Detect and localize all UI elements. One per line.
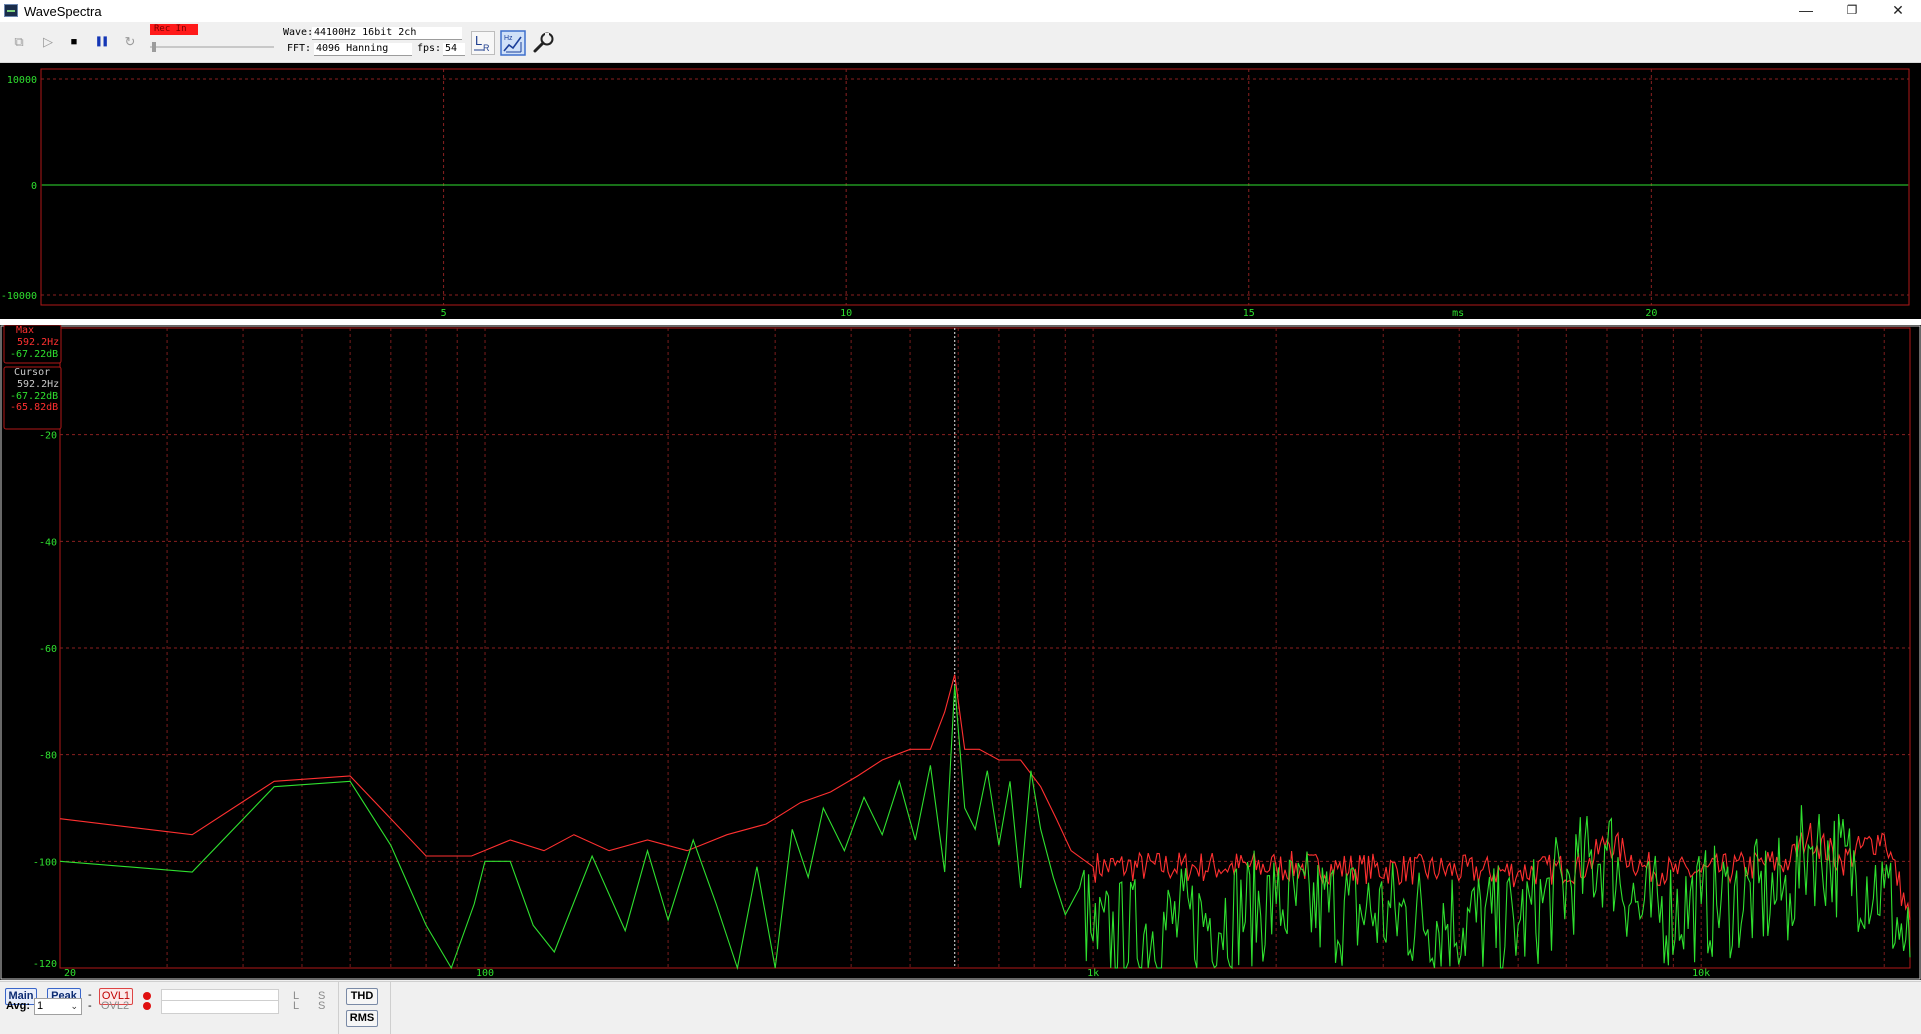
- spectrum-plot: 0dB-20-40-60-80-100-120 201001k10k Max 5…: [0, 325, 1921, 980]
- svg-text:R: R: [483, 43, 490, 53]
- thd-button[interactable]: THD: [346, 988, 378, 1005]
- waveform-plot: 10000 0 -10000 5 10 15 20 ms: [1, 68, 1910, 319]
- wave-x-tick: 15: [1243, 308, 1255, 319]
- spectrum-settings-icon[interactable]: Hz: [500, 30, 526, 56]
- rms-button[interactable]: RMS: [346, 1010, 378, 1027]
- play-button[interactable]: ▷: [37, 31, 59, 53]
- spectrum-series-red: [59, 674, 1911, 921]
- spec-y-tick: -80: [39, 751, 57, 762]
- chevron-down-icon: ⌄: [70, 1001, 78, 1011]
- waveform-frame: [40, 68, 1910, 306]
- svg-text:L: L: [475, 33, 482, 48]
- max-label: Max: [16, 325, 34, 336]
- cursor-level-left: -67.22dB: [10, 391, 58, 402]
- toolbar: ⧉ ▷ ■ ❚❚ ↻ Rec In Wave: 44100Hz 16bit 2c…: [0, 22, 1921, 63]
- fft-setting-value: 4096 Hanning: [314, 43, 412, 56]
- wave-label: Wave:: [283, 27, 314, 38]
- wrench-icon[interactable]: [531, 30, 557, 56]
- avg-label: Avg:: [6, 1000, 31, 1012]
- dash-2: -: [88, 1000, 92, 1012]
- spectrum-series-green: [59, 685, 1911, 971]
- ovl2-indicator: OVL2: [101, 1000, 130, 1012]
- title-bar: WaveSpectra — ❐ ✕: [0, 0, 1921, 22]
- wave-y-tick: -10000: [1, 291, 37, 302]
- spec-x-tick: 20: [64, 968, 76, 979]
- spec-x-tick: 10k: [1692, 968, 1710, 979]
- status-bar: Main Peak - OVL1 L S Avg: 1 ⌄ - OVL2 L S…: [0, 981, 1921, 1034]
- channel-lr-icon[interactable]: L R: [470, 30, 496, 56]
- rec-level-slider-thumb[interactable]: [152, 42, 156, 52]
- stop-button[interactable]: ■: [63, 31, 85, 53]
- pause-button[interactable]: ❚❚: [90, 31, 112, 53]
- meter-l-label-2: L: [293, 1000, 300, 1012]
- rec-level-slider[interactable]: [150, 46, 274, 48]
- wave-y-tick: 0: [31, 181, 37, 192]
- spec-y-tick: -60: [39, 644, 57, 655]
- max-freq: 592.2Hz: [17, 337, 59, 348]
- wave-x-tick: 10: [840, 308, 852, 319]
- level-meter-2: [161, 1000, 279, 1014]
- status-separator-1: [338, 982, 339, 1034]
- restore-button[interactable]: ❐: [1829, 0, 1875, 22]
- fps-label: fps:: [417, 43, 442, 54]
- status-separator-2: [390, 982, 391, 1034]
- window-title: WaveSpectra: [24, 4, 102, 19]
- rec-in-label: Rec In: [150, 24, 198, 35]
- spec-x-tick: 100: [476, 968, 494, 979]
- spec-x-tick: 1k: [1087, 968, 1099, 979]
- waveform-display[interactable]: 10000 0 -10000 5 10 15 20 ms: [0, 63, 1921, 319]
- wave-format-value: 44100Hz 16bit 2ch: [312, 27, 462, 40]
- spec-y-tick: -40: [39, 537, 57, 548]
- meter-s-label-2: S: [318, 1000, 326, 1012]
- svg-text:Hz: Hz: [504, 35, 513, 42]
- avg-select[interactable]: 1 ⌄: [34, 998, 82, 1015]
- max-level: -67.22dB: [10, 349, 58, 360]
- app-icon: [4, 4, 18, 17]
- open-file-button[interactable]: ⧉: [8, 31, 30, 53]
- wave-x-tick: 20: [1645, 308, 1657, 319]
- avg-value: 1: [37, 1000, 44, 1012]
- close-button[interactable]: ✕: [1875, 0, 1921, 22]
- wave-y-tick: 10000: [7, 75, 37, 86]
- spec-y-tick: -120: [33, 959, 57, 970]
- record-dot-2-icon[interactable]: [140, 999, 155, 1014]
- spectrum-display[interactable]: 0dB-20-40-60-80-100-120 201001k10k Max 5…: [0, 325, 1921, 980]
- minimize-button[interactable]: —: [1783, 0, 1829, 22]
- cursor-freq: 592.2Hz: [17, 379, 59, 390]
- fps-value: 54: [443, 43, 465, 56]
- cursor-label: Cursor: [14, 367, 50, 378]
- spec-y-tick: -100: [33, 857, 57, 868]
- loop-button[interactable]: ↻: [119, 31, 141, 53]
- spec-y-tick: -20: [39, 431, 57, 442]
- wave-x-tick: 5: [441, 308, 447, 319]
- fft-label: FFT:: [287, 43, 312, 54]
- cursor-level-right: -65.82dB: [10, 402, 58, 413]
- wave-x-unit: ms: [1452, 308, 1464, 319]
